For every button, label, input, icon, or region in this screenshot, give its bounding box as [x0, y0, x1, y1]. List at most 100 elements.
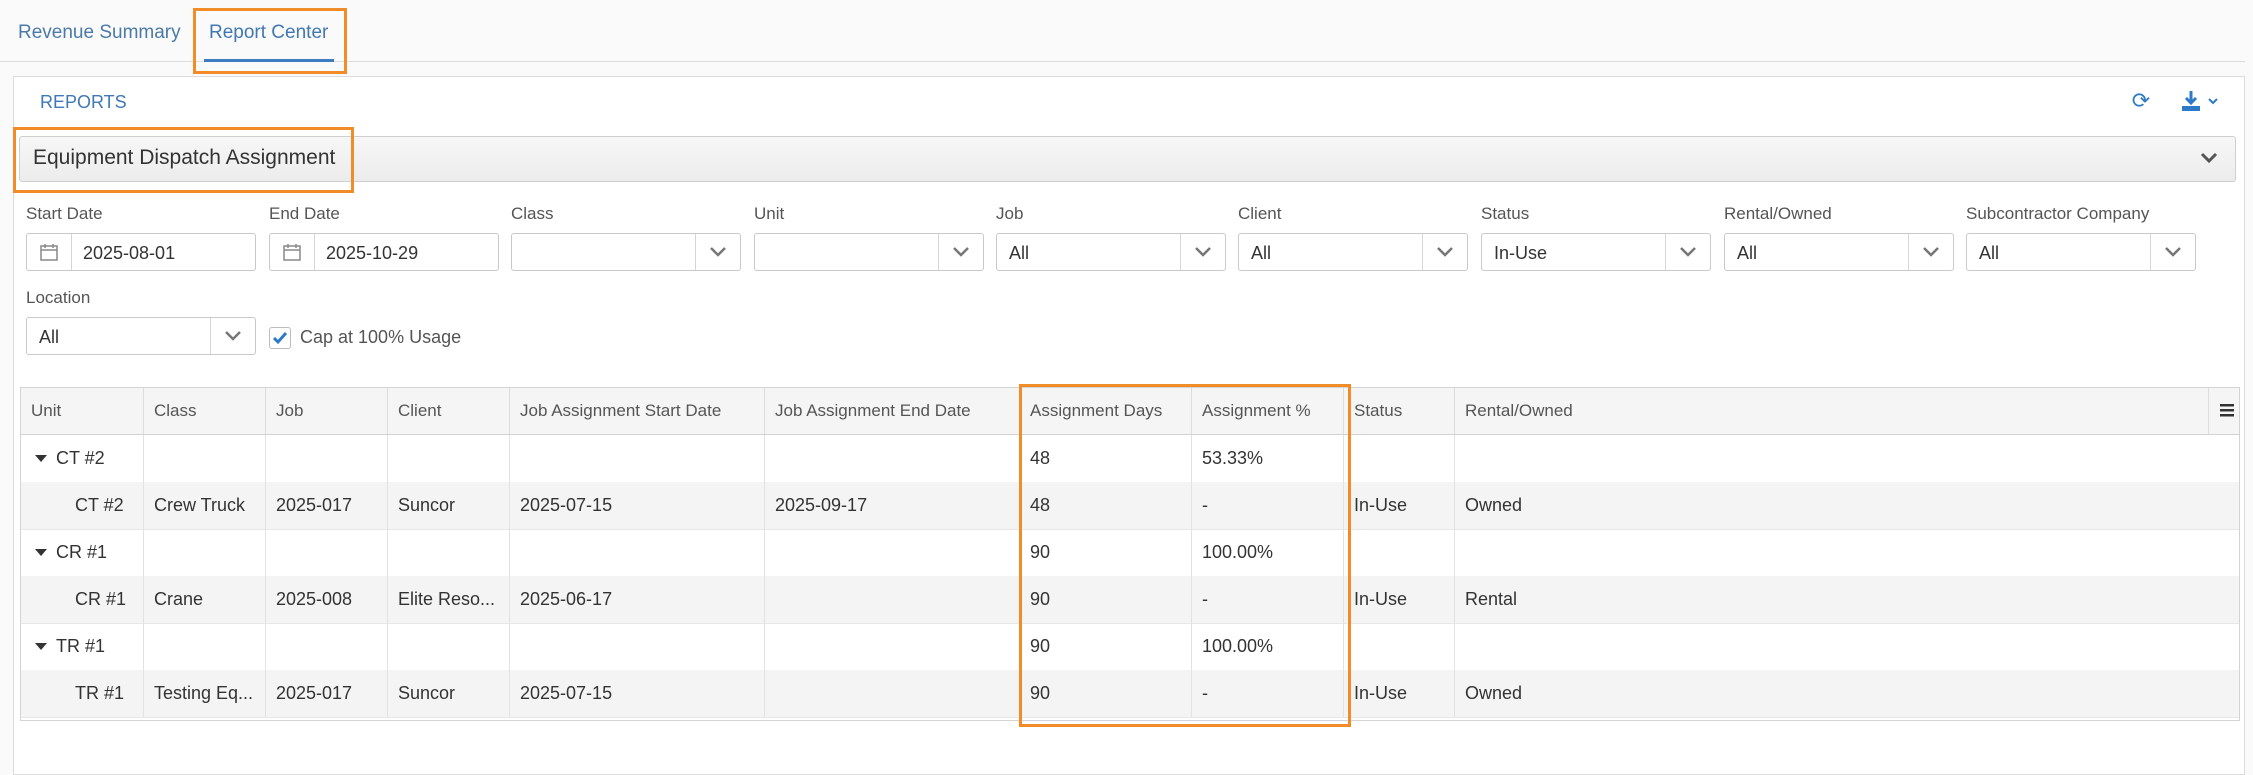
- subcontractor-select[interactable]: All: [1966, 233, 2196, 271]
- cell-class: [144, 529, 266, 576]
- cell-assignment-pct: -: [1192, 670, 1344, 717]
- class-select[interactable]: [511, 233, 741, 271]
- chevron-down-icon[interactable]: [710, 247, 726, 257]
- tab-revenue-summary[interactable]: Revenue Summary: [18, 22, 181, 44]
- chevron-down-icon[interactable]: [1923, 247, 1939, 257]
- rental-owned-select[interactable]: All: [1724, 233, 1954, 271]
- cell-class: Testing Eq...: [144, 670, 266, 717]
- report-grid: Unit Class Job Client Job Assignment Sta…: [20, 387, 2240, 721]
- cell-unit: CT #2: [21, 482, 144, 529]
- cell-class: Crew Truck: [144, 482, 266, 529]
- cell-assignment-days: 90: [1020, 576, 1192, 623]
- cell-client: Elite Reso...: [388, 576, 510, 623]
- cell-client: [388, 529, 510, 576]
- col-assignment-pct[interactable]: Assignment %: [1192, 388, 1344, 434]
- col-assignment-days[interactable]: Assignment Days: [1020, 388, 1192, 434]
- cell-rental-owned: [1455, 529, 2209, 576]
- cell-assignment-days: 48: [1020, 435, 1192, 482]
- table-group-row[interactable]: TR #1 90 100.00%: [21, 623, 2239, 671]
- cell-job: 2025-017: [266, 482, 388, 529]
- end-date-label: End Date: [269, 204, 340, 223]
- col-status[interactable]: Status: [1344, 388, 1455, 434]
- col-class[interactable]: Class: [144, 388, 266, 434]
- export-chevron-down-icon[interactable]: [2208, 96, 2218, 106]
- chevron-down-icon[interactable]: [1195, 247, 1211, 257]
- col-job[interactable]: Job: [266, 388, 388, 434]
- client-value: All: [1251, 243, 1272, 263]
- subcontractor-label: Subcontractor Company: [1966, 204, 2150, 223]
- cell-rental-owned: Rental: [1465, 589, 1518, 609]
- unit-select[interactable]: [754, 233, 984, 271]
- cell-end-date: [765, 435, 1020, 482]
- cell-client: Suncor: [388, 670, 510, 717]
- tab-report-center[interactable]: Report Center: [209, 22, 328, 44]
- table-group-row[interactable]: CR #1 90 100.00%: [21, 529, 2239, 577]
- job-value: All: [1009, 243, 1030, 263]
- cell-start-date: [510, 623, 765, 670]
- cell-job: [266, 529, 388, 576]
- column-menu-icon[interactable]: [2219, 402, 2235, 418]
- chevron-down-icon[interactable]: [1680, 247, 1696, 257]
- panel-title: REPORTS: [40, 92, 127, 112]
- chevron-down-icon[interactable]: [2165, 247, 2181, 257]
- chevron-down-icon[interactable]: [1437, 247, 1453, 257]
- col-end-date[interactable]: Job Assignment End Date: [765, 388, 1020, 434]
- start-date-value: 2025-08-01: [83, 243, 176, 263]
- report-type-value: Equipment Dispatch Assignment: [33, 146, 336, 169]
- end-date-field[interactable]: 2025-10-29: [269, 233, 499, 271]
- cell-end-date: [765, 623, 1020, 670]
- chevron-down-icon[interactable]: [225, 331, 241, 341]
- cell-class: [144, 435, 266, 482]
- group-unit: TR #1: [46, 623, 144, 670]
- cell-start-date: 2025-07-15: [510, 670, 765, 717]
- job-label: Job: [996, 204, 1024, 223]
- cell-job: 2025-008: [266, 576, 388, 623]
- active-tab-indicator: [204, 59, 334, 62]
- col-rental-owned[interactable]: Rental/Owned: [1455, 388, 2209, 434]
- refresh-icon[interactable]: ⟳: [2130, 90, 2152, 112]
- tab-bar: [0, 0, 2245, 62]
- calendar-icon[interactable]: [39, 242, 59, 262]
- client-select[interactable]: All: [1238, 233, 1468, 271]
- report-type-select[interactable]: [19, 136, 2236, 182]
- cell-job: [266, 623, 388, 670]
- cell-assignment-pct: 53.33%: [1192, 435, 1344, 482]
- cell-start-date: 2025-06-17: [510, 576, 765, 623]
- cell-assignment-days: 90: [1020, 670, 1192, 717]
- cell-class: [144, 623, 266, 670]
- table-row[interactable]: CR #1 Crane 2025-008 Elite Reso... 2025-…: [21, 576, 2239, 624]
- cell-status: [1344, 529, 1455, 576]
- calendar-icon[interactable]: [282, 242, 302, 262]
- cell-start-date: [510, 435, 765, 482]
- cell-start-date: [510, 529, 765, 576]
- table-row[interactable]: TR #1 Testing Eq... 2025-017 Suncor 2025…: [21, 670, 2239, 718]
- col-start-date[interactable]: Job Assignment Start Date: [510, 388, 765, 434]
- unit-label: Unit: [754, 204, 785, 223]
- cap-usage-label[interactable]: Cap at 100% Usage: [300, 327, 461, 348]
- chevron-down-icon[interactable]: [2200, 150, 2218, 164]
- location-select[interactable]: All: [26, 317, 256, 355]
- cell-assignment-days: 90: [1020, 529, 1192, 576]
- job-select[interactable]: All: [996, 233, 1226, 271]
- cell-class: Crane: [144, 576, 266, 623]
- table-group-row[interactable]: CT #2 48 53.33%: [21, 435, 2239, 483]
- table-row[interactable]: CT #2 Crew Truck 2025-017 Suncor 2025-07…: [21, 482, 2239, 530]
- start-date-field[interactable]: 2025-08-01: [26, 233, 256, 271]
- status-select[interactable]: In-Use: [1481, 233, 1711, 271]
- download-icon[interactable]: [2180, 89, 2202, 113]
- cell-end-date: [765, 576, 1020, 623]
- chevron-down-icon[interactable]: [953, 247, 969, 257]
- rental-owned-value: All: [1737, 243, 1758, 263]
- cell-end-date: 2025-09-17: [765, 482, 1020, 529]
- rental-owned-label: Rental/Owned: [1724, 204, 1832, 223]
- col-client[interactable]: Client: [388, 388, 510, 434]
- cell-client: Suncor: [388, 482, 510, 529]
- cap-usage-checkbox[interactable]: [269, 327, 291, 349]
- status-value: In-Use: [1494, 243, 1548, 263]
- grid-header: Unit Class Job Client Job Assignment Sta…: [21, 388, 2239, 435]
- cell-status: [1344, 623, 1455, 670]
- group-unit: CT #2: [46, 435, 144, 482]
- col-unit[interactable]: Unit: [21, 388, 144, 434]
- cell-rental-owned: Owned: [1465, 683, 1523, 703]
- cell-status: In-Use: [1344, 670, 1455, 717]
